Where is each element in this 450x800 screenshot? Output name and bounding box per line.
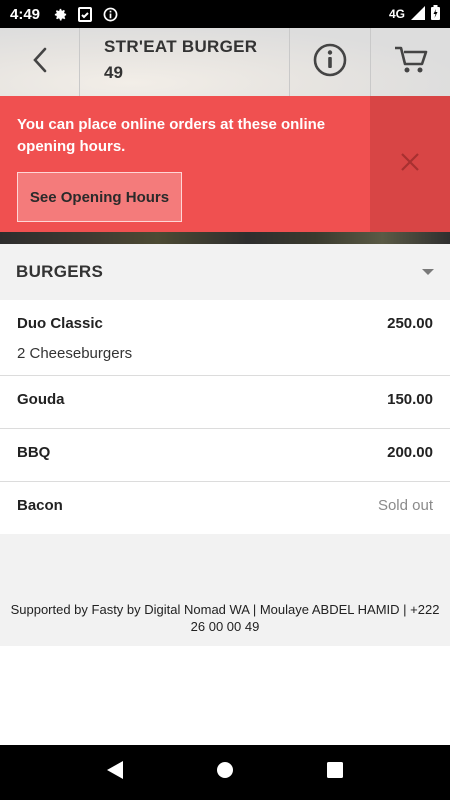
info-circle-icon (102, 6, 118, 22)
status-bar: 4:49 4G (0, 0, 450, 28)
menu-item-gouda[interactable]: Gouda 150.00 (0, 376, 450, 429)
banner-close-button[interactable] (370, 96, 450, 232)
item-name: BBQ (17, 444, 51, 461)
item-name: Gouda (17, 391, 65, 408)
app-header: STR'EAT BURGER 49 (0, 28, 450, 96)
category-header-burgers[interactable]: BURGERS (0, 244, 450, 300)
menu-item-list: Duo Classic 250.00 2 Cheeseburgers Gouda… (0, 300, 450, 535)
nav-recents-icon (327, 762, 343, 783)
nav-back-icon (106, 760, 124, 785)
item-name: Bacon (17, 497, 63, 514)
network-label: 4G (388, 7, 405, 21)
back-button[interactable] (0, 28, 80, 96)
item-description: 2 Cheeseburgers (17, 345, 133, 362)
close-icon (400, 152, 420, 177)
item-name: Duo Classic (17, 315, 103, 332)
system-nav-bar (0, 745, 450, 800)
item-price: 250.00 (387, 315, 433, 332)
clipboard-check-icon (77, 6, 93, 22)
see-opening-hours-button[interactable]: See Opening Hours (17, 172, 182, 222)
chevron-down-icon (422, 269, 434, 275)
signal-icon (411, 5, 425, 23)
nav-home-button[interactable] (210, 758, 240, 788)
info-icon (313, 43, 347, 82)
banner-content: You can place online orders at these onl… (0, 96, 370, 232)
info-button[interactable] (290, 28, 371, 96)
menu-item-duo-classic[interactable]: Duo Classic 250.00 2 Cheeseburgers (0, 300, 450, 376)
item-price: 200.00 (387, 444, 433, 461)
menu-item-bacon[interactable]: Bacon Sold out (0, 482, 450, 535)
nav-recents-button[interactable] (320, 758, 350, 788)
cart-button[interactable] (371, 28, 450, 96)
sold-out-label: Sold out (377, 497, 433, 514)
settings-gear-icon (52, 6, 68, 22)
nav-home-icon (216, 761, 234, 784)
menu-item-bbq[interactable]: BBQ 200.00 (0, 429, 450, 482)
cart-icon (394, 45, 428, 80)
battery-icon (431, 5, 440, 23)
restaurant-title: STR'EAT BURGER 49 (80, 28, 290, 96)
category-name: BURGERS (16, 262, 104, 281)
footer-credits: Supported by Fasty by Digital Nomad WA |… (10, 602, 440, 634)
status-time: 4:49 (10, 5, 41, 23)
restaurant-name: STR'EAT BURGER (104, 37, 258, 56)
nav-back-button[interactable] (100, 758, 130, 788)
restaurant-number: 49 (104, 63, 123, 82)
item-price: 150.00 (387, 391, 433, 408)
back-chevron-icon (31, 46, 49, 79)
banner-message: You can place online orders at these onl… (17, 116, 326, 155)
cover-image-strip (0, 232, 450, 244)
opening-hours-banner: You can place online orders at these onl… (0, 96, 450, 232)
